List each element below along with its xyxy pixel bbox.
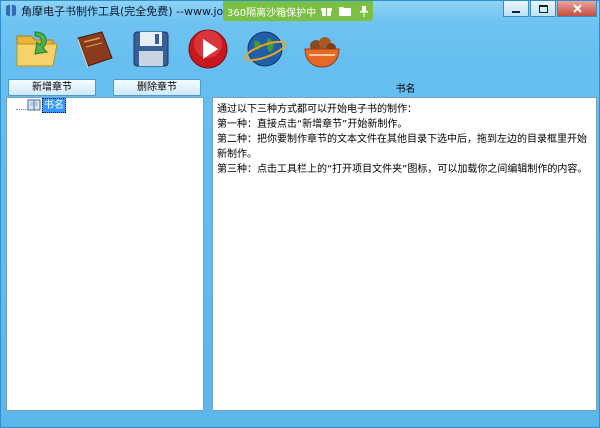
book-node-icon [27,99,41,111]
bowl-icon [304,37,340,68]
globe-button[interactable] [241,25,289,73]
sandbox-pin-icon[interactable] [355,3,373,19]
minimize-button[interactable] [503,1,529,17]
content-header: 书名 [395,84,416,95]
content-line: 通过以下三种方式都可以开始电子书的制作： [217,104,417,115]
book-icon [77,31,113,69]
app-logo-icon [6,4,16,17]
sandbox-folder-icon[interactable] [336,3,354,19]
app-window: 角摩电子书制作工具(完全免费) --www.joymo.cc 360隔离沙箱保护… [0,0,600,428]
bowl-button[interactable] [298,25,346,73]
book-button[interactable] [70,25,118,73]
open-project-folder-button[interactable] [13,25,61,73]
close-icon [572,4,582,13]
maximize-button[interactable] [530,1,556,17]
globe-icon [244,31,286,67]
maximize-icon [538,4,548,13]
toolbar [13,25,355,73]
title-bar[interactable]: 角摩电子书制作工具(完全免费) --www.joymo.cc 360隔离沙箱保护… [1,1,599,21]
content-line: 第三种：点击工具栏上的“打开项目文件夹”图标，可以加载你之间编辑制作的内容。 [217,164,588,175]
folder-arrow-icon [16,31,58,67]
close-button[interactable] [557,1,597,17]
sandbox-banner: 360隔离沙箱保护中... [223,1,373,21]
add-chapter-button[interactable]: 新增章节 [8,79,96,96]
tree-root-node[interactable]: 书名 [42,98,66,113]
window-controls [502,1,597,17]
sandbox-status-text: 360隔离沙箱保护中... [227,7,317,19]
content-editor[interactable]: 通过以下三种方式都可以开始电子书的制作： 第一种：直接点击“新增章节”开始新制作… [212,97,597,411]
content-line: 第二种：把你要制作章节的文本文件在其他目录下选中后，拖到左边的目录框里开始新制作… [217,134,587,160]
delete-chapter-button[interactable]: 删除章节 [113,79,201,96]
minimize-icon [512,10,520,13]
save-button[interactable] [127,25,175,73]
chapter-tree[interactable]: 书名 [6,97,204,411]
play-icon [188,29,228,69]
sandbox-gift-icon[interactable] [317,3,335,19]
floppy-disk-icon [133,31,169,67]
content-line: 第一种：直接点击“新增章节”开始新制作。 [217,119,408,130]
play-button[interactable] [184,25,232,73]
